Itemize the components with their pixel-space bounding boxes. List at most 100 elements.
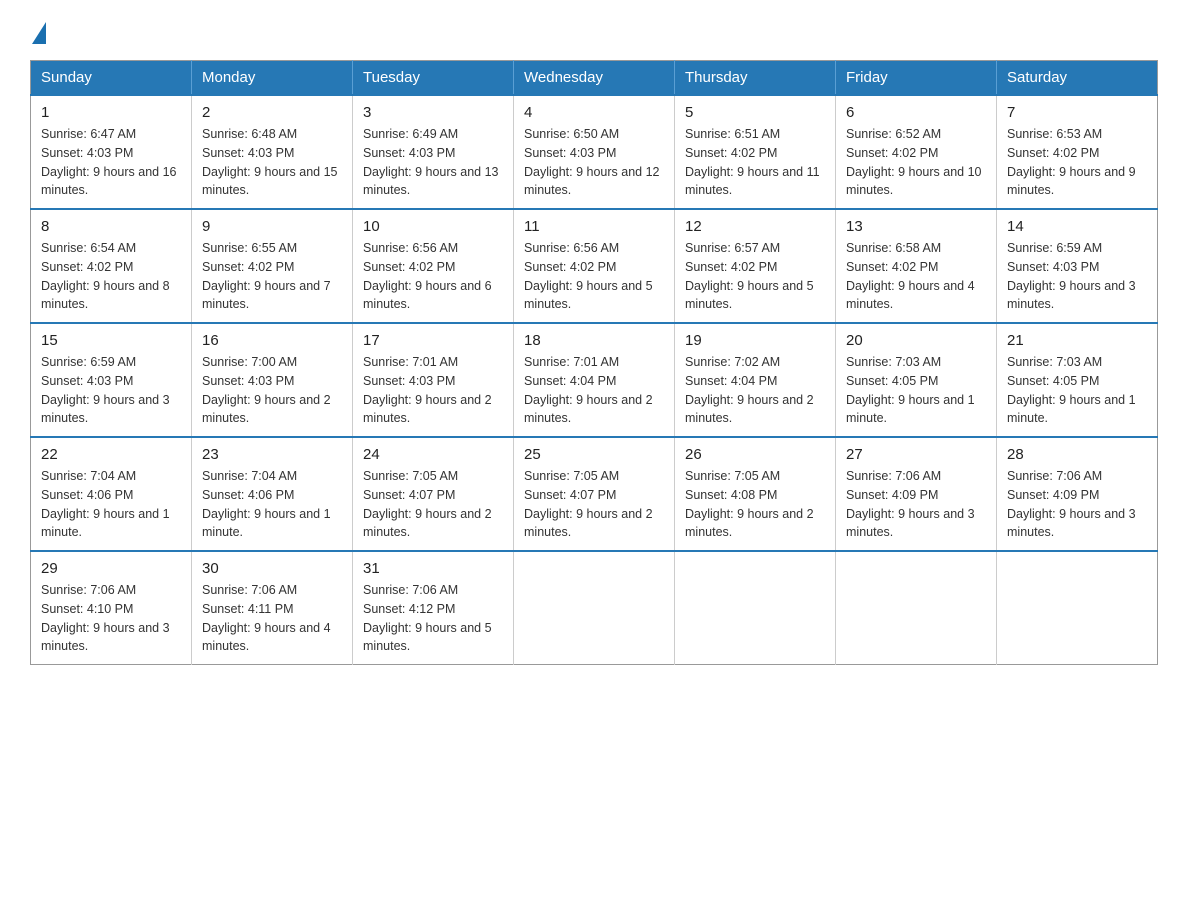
day-info: Sunrise: 6:51 AMSunset: 4:02 PMDaylight:… xyxy=(685,125,825,200)
calendar-cell: 20 Sunrise: 7:03 AMSunset: 4:05 PMDayligh… xyxy=(836,323,997,437)
calendar-cell: 6 Sunrise: 6:52 AMSunset: 4:02 PMDaylight… xyxy=(836,95,997,209)
day-of-week-header: Monday xyxy=(192,61,353,96)
day-number: 17 xyxy=(363,332,503,349)
calendar-cell: 17 Sunrise: 7:01 AMSunset: 4:03 PMDayligh… xyxy=(353,323,514,437)
day-info: Sunrise: 6:56 AMSunset: 4:02 PMDaylight:… xyxy=(363,239,503,314)
day-info: Sunrise: 7:06 AMSunset: 4:09 PMDaylight:… xyxy=(1007,467,1147,542)
calendar-cell: 22 Sunrise: 7:04 AMSunset: 4:06 PMDayligh… xyxy=(31,437,192,551)
calendar-cell: 14 Sunrise: 6:59 AMSunset: 4:03 PMDayligh… xyxy=(997,209,1158,323)
day-number: 5 xyxy=(685,104,825,121)
day-of-week-header: Friday xyxy=(836,61,997,96)
calendar-cell: 21Sunrise: 7:03 AMSunset: 4:05 PMDayligh… xyxy=(997,323,1158,437)
day-info: Sunrise: 6:58 AMSunset: 4:02 PMDaylight:… xyxy=(846,239,986,314)
day-of-week-header: Saturday xyxy=(997,61,1158,96)
day-info: Sunrise: 6:55 AMSunset: 4:02 PMDaylight:… xyxy=(202,239,342,314)
day-of-week-header: Sunday xyxy=(31,61,192,96)
calendar-cell: 31 Sunrise: 7:06 AMSunset: 4:12 PMDayligh… xyxy=(353,551,514,665)
week-row: 8 Sunrise: 6:54 AMSunset: 4:02 PMDaylight… xyxy=(31,209,1158,323)
logo-triangle-icon xyxy=(32,22,46,44)
day-info: Sunrise: 7:04 AMSunset: 4:06 PMDaylight:… xyxy=(41,467,181,542)
day-info: Sunrise: 7:03 AMSunset: 4:05 PMDaylight:… xyxy=(846,353,986,428)
day-info: Sunrise: 7:01 AMSunset: 4:04 PMDaylight:… xyxy=(524,353,664,428)
calendar-table: SundayMondayTuesdayWednesdayThursdayFrid… xyxy=(30,60,1158,665)
calendar-cell: 24 Sunrise: 7:05 AMSunset: 4:07 PMDayligh… xyxy=(353,437,514,551)
calendar-cell xyxy=(675,551,836,665)
day-info: Sunrise: 7:05 AMSunset: 4:07 PMDaylight:… xyxy=(363,467,503,542)
day-info: Sunrise: 7:05 AMSunset: 4:08 PMDaylight:… xyxy=(685,467,825,542)
week-row: 15Sunrise: 6:59 AMSunset: 4:03 PMDayligh… xyxy=(31,323,1158,437)
calendar-cell: 10 Sunrise: 6:56 AMSunset: 4:02 PMDayligh… xyxy=(353,209,514,323)
calendar-cell: 28 Sunrise: 7:06 AMSunset: 4:09 PMDayligh… xyxy=(997,437,1158,551)
calendar-cell: 7 Sunrise: 6:53 AMSunset: 4:02 PMDaylight… xyxy=(997,95,1158,209)
day-info: Sunrise: 6:49 AMSunset: 4:03 PMDaylight:… xyxy=(363,125,503,200)
calendar-cell: 12 Sunrise: 6:57 AMSunset: 4:02 PMDayligh… xyxy=(675,209,836,323)
calendar-cell: 30 Sunrise: 7:06 AMSunset: 4:11 PMDayligh… xyxy=(192,551,353,665)
week-row: 1Sunrise: 6:47 AMSunset: 4:03 PMDaylight… xyxy=(31,95,1158,209)
day-number: 14 xyxy=(1007,218,1147,235)
calendar-cell: 27Sunrise: 7:06 AMSunset: 4:09 PMDayligh… xyxy=(836,437,997,551)
day-number: 16 xyxy=(202,332,342,349)
logo xyxy=(30,20,46,40)
day-number: 7 xyxy=(1007,104,1147,121)
day-number: 29 xyxy=(41,560,181,577)
day-number: 23 xyxy=(202,446,342,463)
days-of-week-row: SundayMondayTuesdayWednesdayThursdayFrid… xyxy=(31,61,1158,96)
calendar-cell: 23 Sunrise: 7:04 AMSunset: 4:06 PMDayligh… xyxy=(192,437,353,551)
calendar-cell xyxy=(836,551,997,665)
calendar-header: SundayMondayTuesdayWednesdayThursdayFrid… xyxy=(31,61,1158,96)
day-info: Sunrise: 7:04 AMSunset: 4:06 PMDaylight:… xyxy=(202,467,342,542)
week-row: 22 Sunrise: 7:04 AMSunset: 4:06 PMDayligh… xyxy=(31,437,1158,551)
day-number: 12 xyxy=(685,218,825,235)
day-number: 6 xyxy=(846,104,986,121)
day-info: Sunrise: 7:06 AMSunset: 4:11 PMDaylight:… xyxy=(202,581,342,656)
day-info: Sunrise: 6:59 AMSunset: 4:03 PMDaylight:… xyxy=(1007,239,1147,314)
day-number: 19 xyxy=(685,332,825,349)
day-number: 13 xyxy=(846,218,986,235)
day-number: 28 xyxy=(1007,446,1147,463)
calendar-cell: 9 Sunrise: 6:55 AMSunset: 4:02 PMDaylight… xyxy=(192,209,353,323)
calendar-cell: 19Sunrise: 7:02 AMSunset: 4:04 PMDayligh… xyxy=(675,323,836,437)
day-info: Sunrise: 7:01 AMSunset: 4:03 PMDaylight:… xyxy=(363,353,503,428)
calendar-cell: 11Sunrise: 6:56 AMSunset: 4:02 PMDayligh… xyxy=(514,209,675,323)
day-of-week-header: Tuesday xyxy=(353,61,514,96)
day-number: 1 xyxy=(41,104,181,121)
day-info: Sunrise: 7:05 AMSunset: 4:07 PMDaylight:… xyxy=(524,467,664,542)
day-info: Sunrise: 7:00 AMSunset: 4:03 PMDaylight:… xyxy=(202,353,342,428)
day-number: 8 xyxy=(41,218,181,235)
day-number: 21 xyxy=(1007,332,1147,349)
day-info: Sunrise: 6:59 AMSunset: 4:03 PMDaylight:… xyxy=(41,353,181,428)
day-number: 2 xyxy=(202,104,342,121)
calendar-cell: 2 Sunrise: 6:48 AMSunset: 4:03 PMDaylight… xyxy=(192,95,353,209)
day-number: 9 xyxy=(202,218,342,235)
day-info: Sunrise: 7:06 AMSunset: 4:10 PMDaylight:… xyxy=(41,581,181,656)
day-of-week-header: Thursday xyxy=(675,61,836,96)
day-number: 18 xyxy=(524,332,664,349)
day-number: 30 xyxy=(202,560,342,577)
calendar-cell: 29 Sunrise: 7:06 AMSunset: 4:10 PMDayligh… xyxy=(31,551,192,665)
day-info: Sunrise: 7:06 AMSunset: 4:12 PMDaylight:… xyxy=(363,581,503,656)
day-number: 10 xyxy=(363,218,503,235)
calendar-cell: 26Sunrise: 7:05 AMSunset: 4:08 PMDayligh… xyxy=(675,437,836,551)
day-number: 20 xyxy=(846,332,986,349)
day-number: 31 xyxy=(363,560,503,577)
day-info: Sunrise: 6:57 AMSunset: 4:02 PMDaylight:… xyxy=(685,239,825,314)
page-header xyxy=(30,20,1158,40)
day-info: Sunrise: 6:52 AMSunset: 4:02 PMDaylight:… xyxy=(846,125,986,200)
day-number: 24 xyxy=(363,446,503,463)
calendar-cell: 18 Sunrise: 7:01 AMSunset: 4:04 PMDayligh… xyxy=(514,323,675,437)
day-number: 22 xyxy=(41,446,181,463)
day-info: Sunrise: 6:54 AMSunset: 4:02 PMDaylight:… xyxy=(41,239,181,314)
calendar-cell: 16 Sunrise: 7:00 AMSunset: 4:03 PMDayligh… xyxy=(192,323,353,437)
calendar-cell: 3Sunrise: 6:49 AMSunset: 4:03 PMDaylight… xyxy=(353,95,514,209)
day-info: Sunrise: 6:53 AMSunset: 4:02 PMDaylight:… xyxy=(1007,125,1147,200)
calendar-cell: 5 Sunrise: 6:51 AMSunset: 4:02 PMDaylight… xyxy=(675,95,836,209)
calendar-body: 1Sunrise: 6:47 AMSunset: 4:03 PMDaylight… xyxy=(31,95,1158,665)
day-info: Sunrise: 6:56 AMSunset: 4:02 PMDaylight:… xyxy=(524,239,664,314)
calendar-cell: 8 Sunrise: 6:54 AMSunset: 4:02 PMDaylight… xyxy=(31,209,192,323)
day-info: Sunrise: 6:50 AMSunset: 4:03 PMDaylight:… xyxy=(524,125,664,200)
calendar-cell xyxy=(997,551,1158,665)
day-info: Sunrise: 7:06 AMSunset: 4:09 PMDaylight:… xyxy=(846,467,986,542)
week-row: 29 Sunrise: 7:06 AMSunset: 4:10 PMDayligh… xyxy=(31,551,1158,665)
calendar-cell: 15Sunrise: 6:59 AMSunset: 4:03 PMDayligh… xyxy=(31,323,192,437)
day-info: Sunrise: 6:48 AMSunset: 4:03 PMDaylight:… xyxy=(202,125,342,200)
